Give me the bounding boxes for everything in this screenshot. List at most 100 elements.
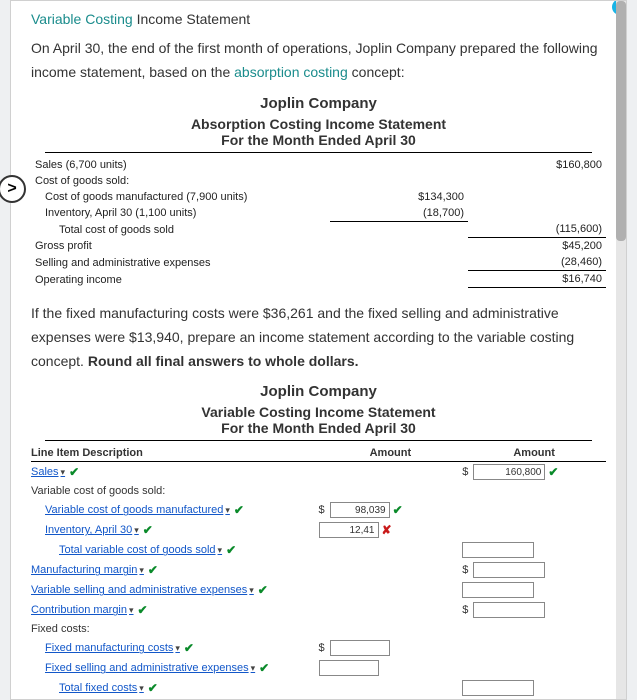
- ws-row-vcogm: Variable cost of goods manufactured▾ ✔ $…: [31, 500, 606, 520]
- caret-down-icon: ▾: [129, 605, 134, 616]
- intro-paragraph: On April 30, the end of the first month …: [31, 37, 606, 85]
- title-highlight: Variable Costing: [31, 11, 133, 27]
- dd-sales-label: Sales: [31, 466, 59, 478]
- input-vcogm-amount[interactable]: [330, 502, 390, 518]
- table-row: Total cost of goods sold (115,600): [31, 221, 606, 238]
- title-rest: Income Statement: [137, 11, 251, 27]
- caret-down-icon: ▾: [139, 683, 144, 694]
- table-row: Sales (6,700 units) $160,800: [31, 157, 606, 173]
- intro-text-2: concept:: [348, 64, 405, 80]
- caret-down-icon: ▾: [134, 525, 139, 536]
- caret-down-icon: ▾: [139, 565, 144, 576]
- vcogs-head: Variable cost of goods sold:: [31, 485, 319, 497]
- dd-mm[interactable]: Manufacturing margin▾: [31, 564, 144, 576]
- check-icon: ✔: [143, 523, 153, 537]
- input-sales-amount[interactable]: [473, 464, 545, 480]
- sae-amount: (28,460): [468, 254, 606, 271]
- table-row: Inventory, April 30 (1,100 units) (18,70…: [31, 205, 606, 222]
- caret-down-icon: ▾: [251, 663, 256, 674]
- check-icon: ✔: [138, 603, 148, 617]
- check-icon: ✔: [226, 543, 236, 557]
- caret-down-icon: ▾: [225, 505, 230, 516]
- dd-fmc[interactable]: Fixed manufacturing costs▾: [45, 642, 180, 654]
- input-fsae-amount[interactable]: [319, 660, 379, 676]
- dd-tvcogs-label: Total variable cost of goods sold: [59, 544, 216, 556]
- ws-row-sales: Sales▾ ✔ $ ✔: [31, 462, 606, 482]
- dd-fsae[interactable]: Fixed selling and administrative expense…: [45, 662, 255, 674]
- input-fmc-amount[interactable]: [330, 640, 390, 656]
- dd-fmc-label: Fixed manufacturing costs: [45, 642, 173, 654]
- scrollbar-track[interactable]: [616, 1, 626, 699]
- stmt-title: Absorption Costing Income Statement: [31, 116, 606, 132]
- check-icon: ✔: [69, 465, 79, 479]
- total-cogs-amount: (115,600): [468, 221, 606, 238]
- ws-row-fixed-head: Fixed costs:: [31, 620, 606, 638]
- dd-inventory[interactable]: Inventory, April 30▾: [45, 524, 139, 536]
- dollar-sign: $: [319, 642, 325, 654]
- sales-label: Sales (6,700 units): [31, 157, 330, 173]
- input-vsae-amount[interactable]: [462, 582, 534, 598]
- check-icon: ✔: [259, 661, 269, 675]
- col-line-item: Line Item Description: [31, 447, 319, 459]
- dd-cm[interactable]: Contribution margin▾: [31, 604, 134, 616]
- dd-vcogm-label: Variable cost of goods manufactured: [45, 504, 223, 516]
- ws-row-mm: Manufacturing margin▾ ✔ $: [31, 560, 606, 580]
- ws-period: For the Month Ended April 30: [45, 420, 592, 441]
- caret-down-icon: ▾: [175, 643, 180, 654]
- cogs-head: Cost of goods sold:: [31, 173, 330, 189]
- dollar-sign: $: [462, 604, 468, 616]
- input-tvcogs-amount[interactable]: [462, 542, 534, 558]
- sae-label: Selling and administrative expenses: [31, 254, 330, 271]
- table-row: Gross profit $45,200: [31, 238, 606, 255]
- page-title: Variable Costing Income Statement: [31, 11, 606, 27]
- stmt-period: For the Month Ended April 30: [45, 132, 592, 153]
- dollar-sign: $: [462, 466, 468, 478]
- input-cm-amount[interactable]: [473, 602, 545, 618]
- check-icon: ✔: [184, 641, 194, 655]
- input-inventory-amount[interactable]: [319, 522, 379, 538]
- sales-amount: $160,800: [468, 157, 606, 173]
- dd-vsae[interactable]: Variable selling and administrative expe…: [31, 584, 254, 596]
- table-row: Selling and administrative expenses (28,…: [31, 254, 606, 271]
- dd-tfc[interactable]: Total fixed costs▾: [59, 682, 144, 694]
- ws-row-vcogs-head: Variable cost of goods sold:: [31, 482, 606, 500]
- scrollbar-thumb[interactable]: [616, 1, 626, 241]
- dd-fsae-label: Fixed selling and administrative expense…: [45, 662, 249, 674]
- dollar-sign: $: [319, 504, 325, 516]
- cogm-label: Cost of goods manufactured (7,900 units): [31, 189, 330, 205]
- check-icon: ✔: [148, 563, 158, 577]
- table-row: Cost of goods sold:: [31, 173, 606, 189]
- inv-label: Inventory, April 30 (1,100 units): [31, 205, 330, 222]
- check-icon: ✔: [548, 465, 558, 479]
- total-cogs-label: Total cost of goods sold: [31, 221, 330, 238]
- ws-row-vsae: Variable selling and administrative expe…: [31, 580, 606, 600]
- dd-vcogm[interactable]: Variable cost of goods manufactured▾: [45, 504, 230, 516]
- caret-down-icon: ▾: [61, 467, 66, 478]
- absorption-costing-link[interactable]: absorption costing: [234, 64, 348, 80]
- x-icon: ✘: [382, 523, 392, 537]
- table-row: Cost of goods manufactured (7,900 units)…: [31, 189, 606, 205]
- check-icon: ✔: [258, 583, 268, 597]
- table-row: Operating income $16,740: [31, 271, 606, 288]
- ws-row-fmc: Fixed manufacturing costs▾ ✔ $: [31, 638, 606, 658]
- dd-sales[interactable]: Sales▾: [31, 466, 65, 478]
- ws-company: Joplin Company: [31, 383, 606, 400]
- ws-row-tfc: Total fixed costs▾ ✔: [31, 678, 606, 698]
- stmt-company: Joplin Company: [31, 95, 606, 112]
- chevron-right-icon: >: [7, 180, 16, 198]
- col-amount-1: Amount: [319, 447, 463, 459]
- input-tfc-amount[interactable]: [462, 680, 534, 696]
- caret-down-icon: ▾: [249, 585, 254, 596]
- instr-bold: Round all final answers to whole dollars…: [88, 353, 359, 369]
- dd-inventory-label: Inventory, April 30: [45, 524, 132, 536]
- dd-tvcogs[interactable]: Total variable cost of goods sold▾: [59, 544, 222, 556]
- dd-cm-label: Contribution margin: [31, 604, 127, 616]
- gp-label: Gross profit: [31, 238, 330, 255]
- oi-amount: $16,740: [468, 271, 606, 288]
- input-mm-amount[interactable]: [473, 562, 545, 578]
- gp-amount: $45,200: [468, 238, 606, 255]
- dd-vsae-label: Variable selling and administrative expe…: [31, 584, 247, 596]
- fixed-head: Fixed costs:: [31, 623, 319, 635]
- ws-column-header: Line Item Description Amount Amount: [31, 445, 606, 462]
- ws-row-inventory: Inventory, April 30▾ ✔ ✘: [31, 520, 606, 540]
